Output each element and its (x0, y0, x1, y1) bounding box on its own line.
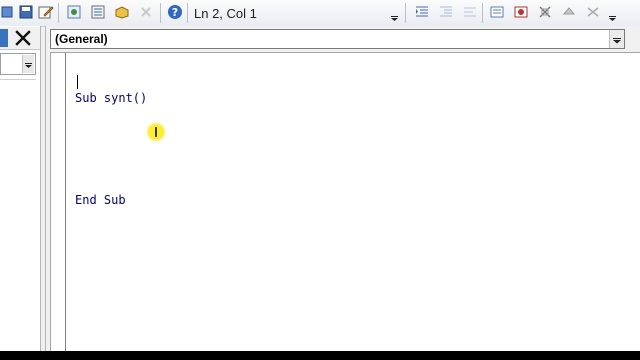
toolbar-separator (58, 3, 59, 23)
toggle-breakpoint-icon[interactable] (513, 4, 529, 20)
next-bookmark-icon[interactable] (561, 4, 577, 20)
project-explorer-icon[interactable] (66, 4, 82, 20)
object-browser-icon[interactable] (114, 4, 130, 20)
outdent-icon[interactable] (438, 4, 454, 20)
pane-divider (0, 79, 36, 80)
chevron-down-icon (25, 63, 32, 68)
vba-editor-window: ? Ln 2, Col 1 (General) Sub synt() End S… (0, 0, 640, 351)
toolbar-separator (405, 3, 406, 23)
object-dropdown-value: (General) (55, 32, 108, 46)
project-explorer-pane (0, 26, 41, 351)
toolbar-separator (482, 3, 483, 23)
project-tree-scroll[interactable] (0, 53, 36, 75)
project-explorer-header (0, 27, 40, 50)
object-dropdown-button[interactable] (609, 30, 624, 48)
object-dropdown[interactable]: (General) (50, 29, 625, 49)
standard-toolbar: ? Ln 2, Col 1 (0, 0, 640, 27)
indent-icon[interactable] (414, 4, 430, 20)
edit-icon[interactable] (38, 4, 54, 20)
code-line[interactable]: Sub synt() (75, 90, 147, 107)
clear-bookmarks-icon[interactable] (585, 4, 601, 20)
save-icon[interactable] (18, 4, 34, 20)
code-line[interactable] (75, 141, 147, 158)
code-window: (General) Sub synt() End Sub (45, 26, 640, 351)
bookmark-icon[interactable] (537, 4, 553, 20)
code-editor[interactable]: Sub synt() End Sub (50, 52, 640, 351)
code-text[interactable]: Sub synt() End Sub (75, 56, 147, 243)
help-icon[interactable]: ? (167, 4, 183, 20)
insert-module-icon[interactable] (0, 4, 16, 20)
margin-indicator-bar[interactable] (51, 53, 66, 351)
text-caret (77, 75, 78, 89)
scroll-down-button[interactable] (22, 55, 34, 73)
ibeam-cursor-icon (155, 127, 157, 137)
properties-icon[interactable] (90, 4, 106, 20)
toolbar-overflow-chevron-icon[interactable] (608, 7, 617, 21)
project-explorer-titlebar (0, 29, 8, 47)
chevron-down-icon (613, 38, 621, 44)
svg-text:?: ? (172, 6, 178, 19)
comment-block-icon[interactable] (489, 4, 505, 20)
toolbar-separator (160, 3, 161, 23)
toolbar-options-chevron-icon[interactable] (390, 7, 399, 21)
code-line[interactable]: End Sub (75, 192, 147, 209)
close-pane-button[interactable] (13, 29, 33, 47)
toolbar-separator (187, 3, 188, 23)
cursor-position-label: Ln 2, Col 1 (194, 6, 257, 21)
complete-word-icon[interactable] (462, 4, 478, 20)
toolbox-icon[interactable] (138, 4, 154, 20)
